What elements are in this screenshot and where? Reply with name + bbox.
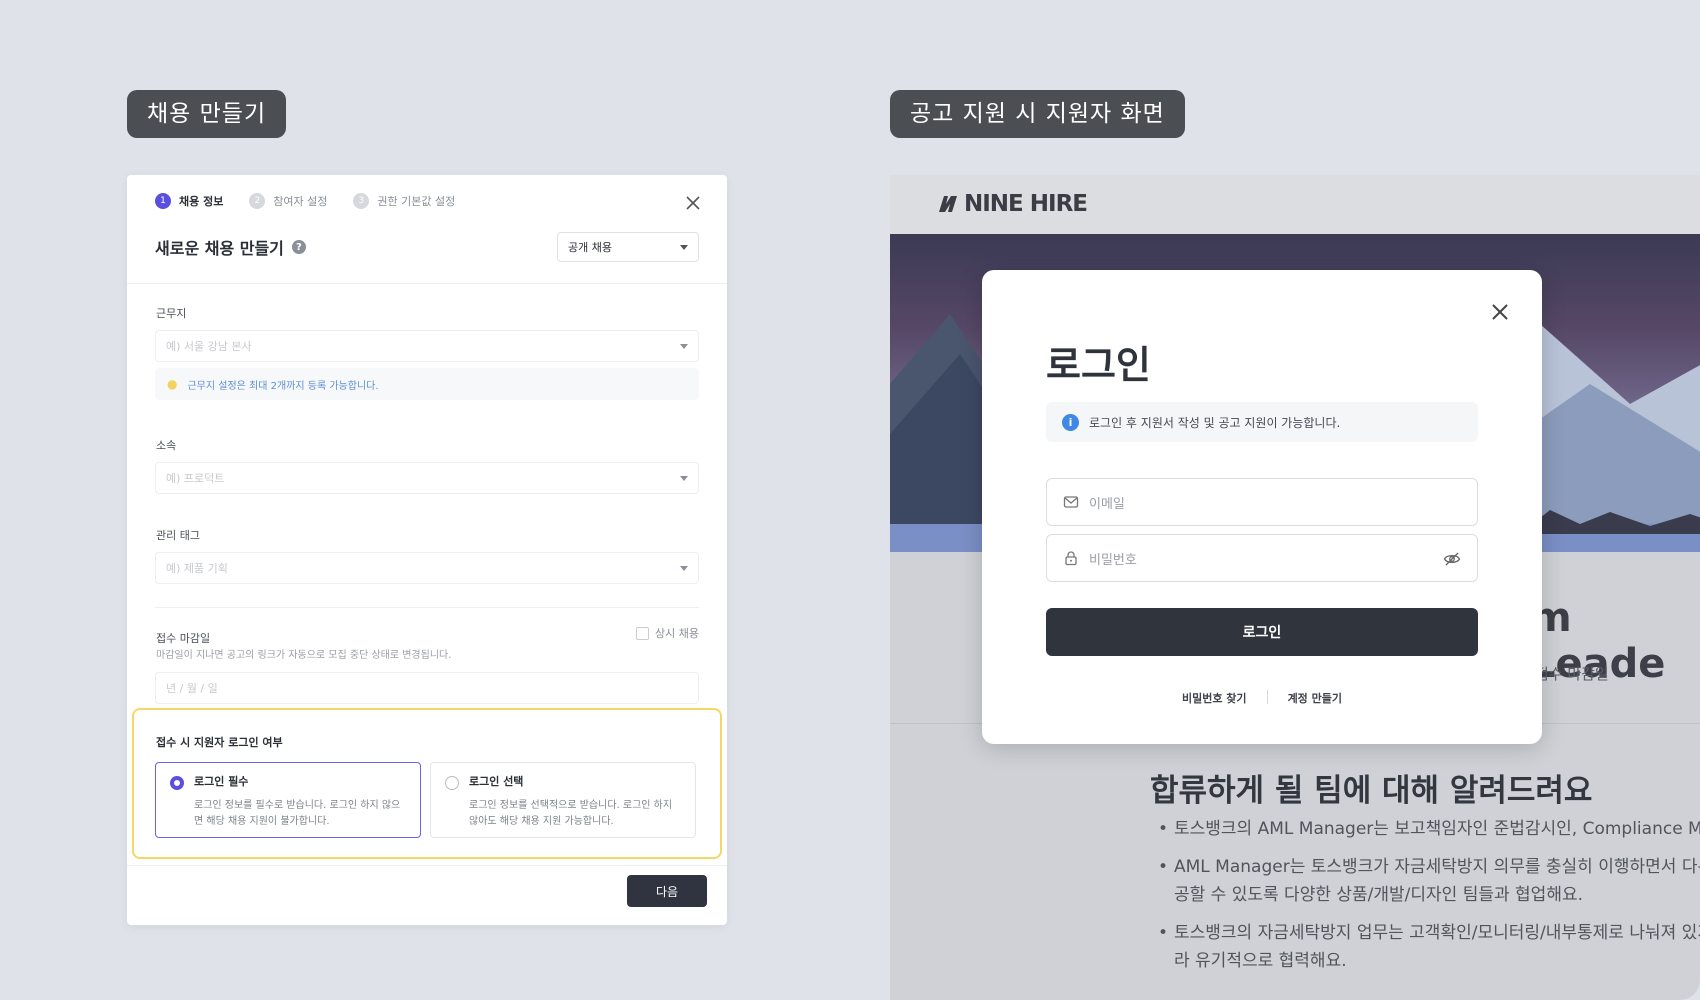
password-field[interactable]: 비밀번호 (1046, 534, 1478, 582)
workplace-tip: ● 근무지 설정은 최대 2개까지 등록 가능합니다. (155, 368, 699, 400)
workplace-placeholder: 예) 서울 강남 본사 (166, 340, 252, 353)
step-label: 참여자 설정 (273, 195, 328, 208)
login-title: 로그인 (1046, 343, 1151, 387)
deadline-description: 마감일이 지나면 공고의 링크가 자동으로 모집 중단 상태로 변경됩니다. (156, 650, 452, 661)
always-recruit-label: 상시 채용 (655, 627, 699, 640)
lock-icon (1065, 551, 1077, 566)
link-separator (1266, 690, 1268, 704)
deadline-text: 접수 마감일 (1535, 665, 1609, 683)
section-label-right: 공고 지원 시 지원자 화면 (890, 90, 1185, 138)
recruitment-type-value: 공개 채용 (568, 241, 612, 254)
tag-select[interactable]: 예) 제품 기획 (155, 552, 699, 584)
login-button[interactable]: 로그인 (1046, 608, 1478, 656)
password-placeholder: 비밀번호 (1089, 552, 1137, 568)
chevron-down-icon (680, 343, 688, 349)
radio-unselected-icon (445, 776, 459, 790)
next-button[interactable]: 다음 (627, 875, 707, 907)
workplace-tip-text: 근무지 설정은 최대 2개까지 등록 가능합니다. (187, 380, 379, 392)
recruitment-type-select[interactable]: 공개 채용 (557, 232, 699, 262)
close-icon[interactable] (1490, 302, 1510, 322)
chevron-down-icon (680, 475, 688, 481)
step-number: 2 (249, 193, 266, 209)
option-description: 로그인 정보를 필수로 받습니다. 로그인 하지 않으면 해당 채용 지원이 불… (194, 800, 401, 827)
login-modal: 로그인 i 로그인 후 지원서 작성 및 공고 지원이 가능합니다. 이메일 비… (982, 270, 1542, 744)
always-recruit-checkbox[interactable]: 상시 채용 (636, 625, 699, 641)
login-info-text: 로그인 후 지원서 작성 및 공고 지원이 가능합니다. (1089, 415, 1341, 430)
chevron-down-icon (680, 565, 688, 571)
deadline-date-input[interactable]: 년 / 월 / 일 (155, 672, 699, 704)
login-info-banner: i 로그인 후 지원서 작성 및 공고 지원이 가능합니다. (1046, 402, 1478, 442)
email-placeholder: 이메일 (1089, 496, 1125, 512)
option-title: 로그인 필수 (194, 775, 249, 788)
option-title: 로그인 선택 (469, 775, 524, 788)
step-number: 3 (353, 193, 370, 209)
divider (127, 283, 727, 284)
info-icon: i (1062, 413, 1079, 431)
deadline-label: 접수 마감일 (156, 632, 211, 645)
radio-selected-icon (170, 776, 184, 790)
tag-label: 관리 태그 (156, 529, 200, 542)
step-2[interactable]: 2 참여자 설정 (249, 193, 327, 209)
login-optional-option[interactable]: 로그인 선택 로그인 정보를 선택적으로 받습니다. 로그인 하지 않아도 해당… (430, 762, 696, 838)
login-requirement-title: 접수 시 지원자 로그인 여부 (156, 736, 283, 749)
stepper: 1 채용 정보 2 참여자 설정 3 권한 기본값 설정 (155, 193, 455, 209)
login-links: 비밀번호 찾기 계정 만들기 (982, 690, 1542, 706)
list-item: 토스뱅크의 자금세탁방지 업무는 고객확인/모니터링/내부통제로 나눠져 있지 … (1158, 919, 1700, 975)
list-item: 토스뱅크의 AML Manager는 보고책임자인 준법감시인, Complia… (1158, 815, 1700, 843)
canvas: 채용 만들기 공고 지원 시 지원자 화면 1 채용 정보 2 참여자 설정 3… (0, 0, 1700, 1000)
team-section-title: 합류하게 될 팀에 대해 알려드려요 (1150, 773, 1593, 809)
tag-placeholder: 예) 제품 기획 (166, 562, 228, 575)
step-3[interactable]: 3 권한 기본값 설정 (353, 193, 455, 209)
team-placeholder: 예) 프로덕트 (166, 472, 225, 485)
create-recruitment-dialog: 1 채용 정보 2 참여자 설정 3 권한 기본값 설정 새로운 채용 만들기 … (127, 175, 727, 925)
section-label-left: 채용 만들기 (127, 90, 287, 138)
dialog-title: 새로운 채용 만들기 ? (155, 235, 306, 259)
divider (127, 865, 727, 866)
lightbulb-icon: ● (167, 377, 178, 391)
logo-text: NINE HIRE (964, 191, 1088, 217)
workplace-label: 근무지 (156, 307, 187, 320)
close-icon[interactable] (685, 195, 701, 211)
eye-off-icon[interactable] (1443, 550, 1461, 568)
team-label: 소속 (156, 439, 177, 452)
ninehire-logo-icon (939, 196, 957, 212)
step-label: 채용 정보 (179, 195, 224, 208)
mail-icon (1063, 496, 1079, 508)
step-label: 권한 기본값 설정 (377, 195, 456, 208)
logo[interactable]: NINE HIRE (938, 191, 1088, 217)
list-item: AML Manager는 토스뱅크가 자금세탁방지 의무를 충실히 이행하면서 … (1158, 853, 1700, 909)
divider (155, 607, 699, 608)
option-description: 로그인 정보를 선택적으로 받습니다. 로그인 하지 않아도 해당 채용 지원 … (469, 800, 673, 827)
login-required-option[interactable]: 로그인 필수 로그인 정보를 필수로 받습니다. 로그인 하지 않으면 해당 채… (155, 762, 421, 838)
step-1[interactable]: 1 채용 정보 (155, 193, 223, 209)
team-select[interactable]: 예) 프로덕트 (155, 462, 699, 494)
step-number: 1 (155, 193, 171, 209)
date-placeholder: 년 / 월 / 일 (166, 682, 218, 695)
login-requirement-section: 접수 시 지원자 로그인 여부 로그인 필수 로그인 정보를 필수로 받습니다.… (132, 708, 722, 859)
help-icon[interactable]: ? (291, 240, 306, 254)
chevron-down-icon (680, 244, 688, 250)
top-bar: NINE HIRE (890, 175, 1700, 234)
dialog-title-text: 새로운 채용 만들기 (155, 239, 284, 258)
workplace-select[interactable]: 예) 서울 강남 본사 (155, 330, 699, 362)
email-field[interactable]: 이메일 (1046, 478, 1478, 526)
team-description-list: 토스뱅크의 AML Manager는 보고책임자인 준법감시인, Complia… (1158, 815, 1700, 985)
find-password-link[interactable]: 비밀번호 찾기 (1182, 690, 1247, 706)
checkbox-icon (636, 626, 650, 640)
create-account-link[interactable]: 계정 만들기 (1288, 690, 1342, 706)
